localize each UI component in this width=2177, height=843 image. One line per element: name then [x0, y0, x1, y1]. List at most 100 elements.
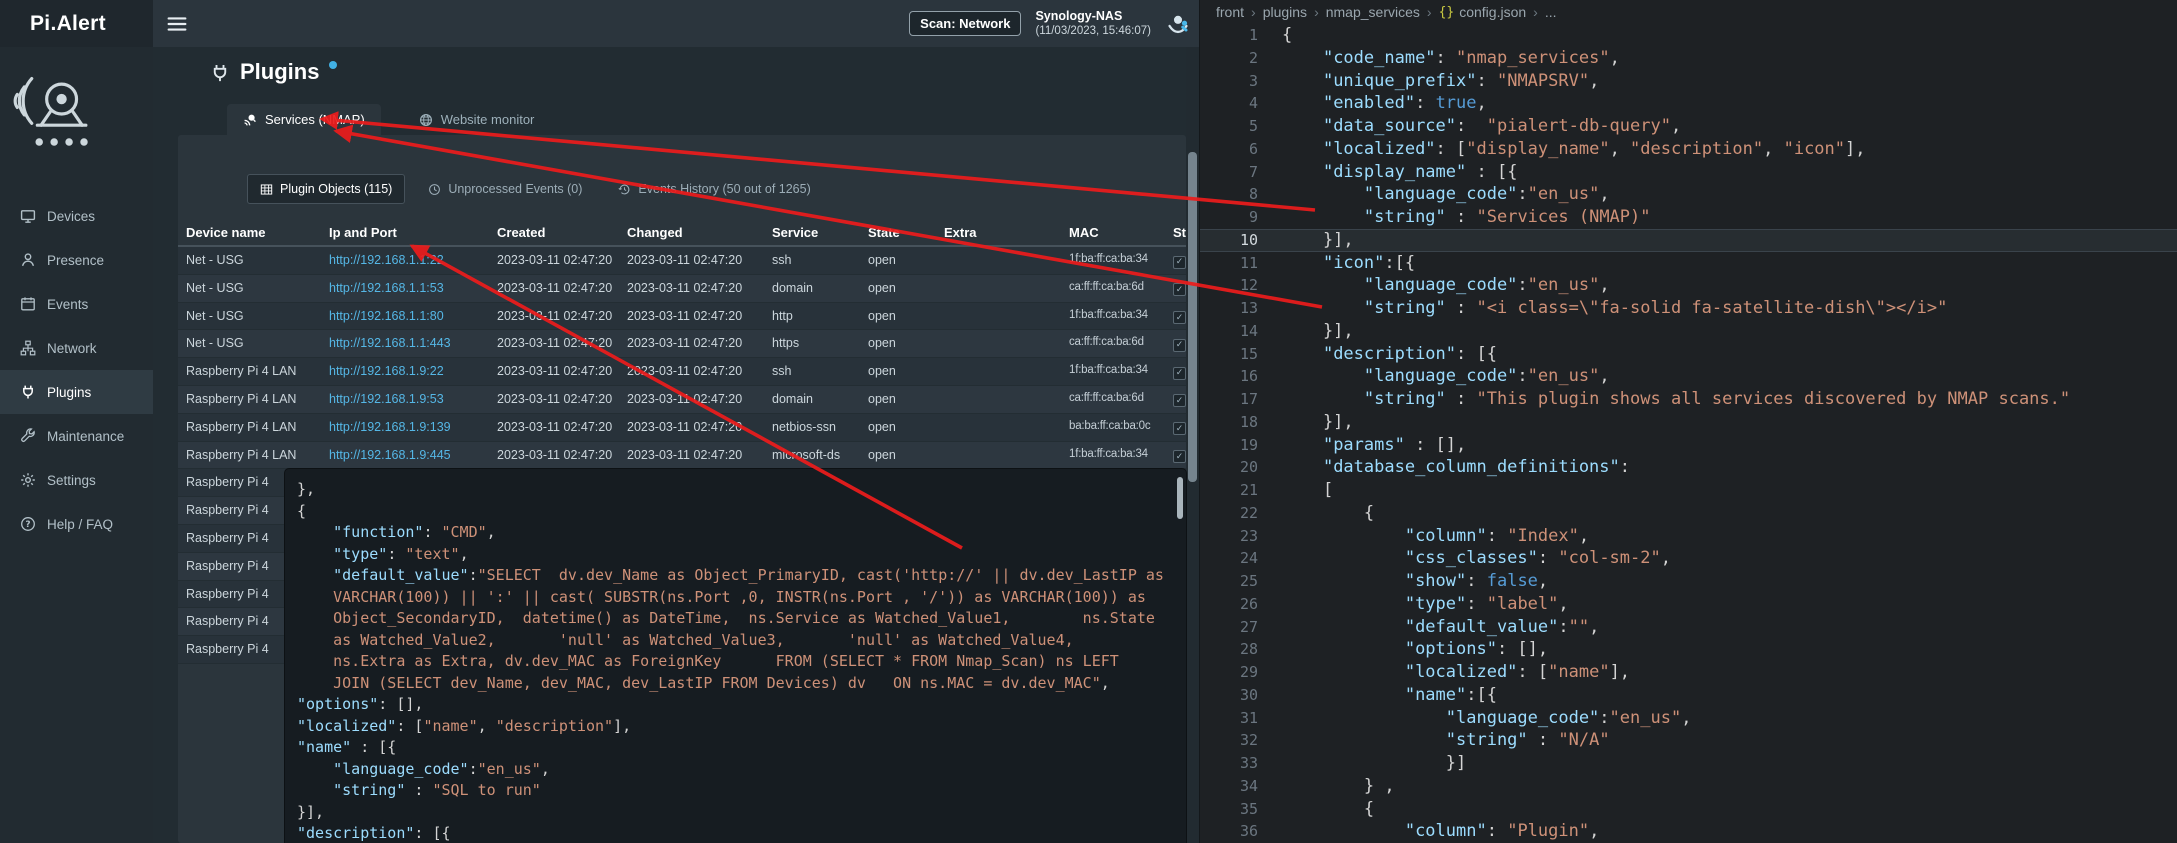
line-number: 9 — [1200, 206, 1258, 229]
code-line-text: }], — [1282, 229, 1354, 252]
plugins-icon — [20, 384, 36, 400]
status-checkbox[interactable]: ✓ — [1173, 450, 1186, 463]
subtab-unprocessed-events-0[interactable]: Unprocessed Events (0) — [415, 174, 595, 204]
sidebar-item-maintenance[interactable]: Maintenance — [0, 414, 153, 458]
tab-services-nmap[interactable]: Services (NMAP) — [227, 104, 381, 135]
line-number: 26 — [1200, 593, 1258, 616]
sidebar: DevicesPresenceEvents Network PluginsMaint… — [0, 47, 153, 843]
column-header-device-name[interactable]: Device name — [178, 219, 321, 245]
status-checkbox[interactable]: ✓ — [1173, 422, 1186, 435]
ip-port-link[interactable]: http://192.168.1.1:53 — [329, 281, 444, 295]
editor-line: 3 "unique_prefix": "NMAPSRV", — [1200, 70, 2177, 93]
ip-port-link[interactable]: http://192.168.1.1:443 — [329, 336, 451, 350]
editor-line: 31 "language_code":"en_us", — [1200, 707, 2177, 730]
tab-website-monitor[interactable]: Website monitor — [403, 104, 551, 135]
status-checkbox[interactable]: ✓ — [1173, 367, 1186, 380]
subtab-plugin-objects-115[interactable]: Plugin Objects (115) — [247, 174, 405, 204]
table-row: Raspberry Pi 4 LANhttp://192.168.1.9:445… — [178, 442, 1186, 470]
breadcrumb-item-nmap-services[interactable]: nmap_services — [1326, 4, 1420, 20]
breadcrumb-item-front[interactable]: front — [1216, 4, 1244, 20]
sidebar-item-events[interactable]: Events — [0, 282, 153, 326]
sidebar-item-label: Network — [47, 341, 97, 356]
screenshot-root: Pi.Alert Scan: Network Synology-NAS (11/… — [0, 0, 2177, 843]
sidebar-item-settings[interactable]: Settings — [0, 458, 153, 502]
ip-port-link[interactable]: http://192.168.1.9:53 — [329, 392, 444, 406]
editor-line: 13 "string" : "<i class=\"fa-solid fa-sa… — [1200, 297, 2177, 320]
code-line-text: "css_classes": "col-sm-2", — [1282, 547, 1671, 570]
code-line-text: }], — [1282, 320, 1354, 343]
code-line-text: "language_code":"en_us", — [1282, 707, 1691, 730]
sidebar-item-devices[interactable]: Devices — [0, 194, 153, 238]
status-checkbox[interactable]: ✓ — [1173, 394, 1186, 407]
sidebar-item-network[interactable]: Network — [0, 326, 153, 370]
subtab-label: Plugin Objects (115) — [280, 182, 392, 196]
breadcrumb-item-plugins[interactable]: plugins — [1263, 4, 1307, 20]
extra-cell — [936, 442, 1061, 469]
column-header-state[interactable]: State — [860, 219, 936, 245]
sidebar-item-plugins[interactable]: Plugins — [0, 370, 153, 414]
service-cell: https — [764, 330, 860, 357]
code-line-text: "string" : "SQL to run" — [297, 780, 1178, 802]
breadcrumb-item-[interactable]: ... — [1545, 4, 1557, 20]
created-cell: 2023-03-11 02:47:20 — [489, 275, 619, 302]
code-line-text: }], — [1282, 411, 1354, 434]
ip-port-link[interactable]: http://192.168.1.1:22 — [329, 253, 444, 267]
support-icon[interactable] — [1165, 11, 1191, 37]
table-row: Net - USGhttp://192.168.1.1:532023-03-11… — [178, 275, 1186, 303]
code-line-text: "function": "CMD", — [297, 522, 1178, 544]
state-cell: open — [860, 386, 936, 413]
column-header-extra[interactable]: Extra — [936, 219, 1061, 245]
overlay-code-line: "localized": ["name", "description"], — [297, 716, 1178, 738]
hamburger-icon[interactable] — [167, 15, 187, 33]
line-number: 33 — [1200, 752, 1258, 775]
ip-port-link[interactable]: http://192.168.1.9:139 — [329, 420, 451, 434]
code-line-text: "description": [{ — [1282, 343, 1497, 366]
sidebar-item-help-faq[interactable]: ?Help / FAQ — [0, 502, 153, 546]
app-scrollbar-thumb[interactable] — [1188, 152, 1197, 482]
overlay-code-line: "description": [{ — [297, 823, 1178, 843]
sidebar-item-presence[interactable]: Presence — [0, 238, 153, 282]
status-checkbox[interactable]: ✓ — [1173, 256, 1186, 269]
code-line-text: "default_value":"", — [1282, 616, 1599, 639]
overlay-code-line: Object_SecondaryID, datetime() as DateTi… — [297, 608, 1178, 630]
breadcrumb-item-config-json[interactable]: {}config.json — [1439, 4, 1527, 20]
editor-line: 27 "default_value":"", — [1200, 616, 2177, 639]
changed-cell: 2023-03-11 02:47:20 — [619, 414, 764, 441]
column-header-ip-and-port[interactable]: Ip and Port — [321, 219, 489, 245]
ip-port-link[interactable]: http://192.168.1.9:445 — [329, 448, 451, 462]
ip-port-link[interactable]: http://192.168.1.9:22 — [329, 364, 444, 378]
extra-cell — [936, 414, 1061, 441]
code-editor[interactable]: front›plugins›nmap_services›{}config.jso… — [1199, 0, 2177, 843]
ip-port-link[interactable]: http://192.168.1.1:80 — [329, 309, 444, 323]
editor-line: 1{ — [1200, 24, 2177, 47]
column-header-created[interactable]: Created — [489, 219, 619, 245]
app-logo-text: Pi.Alert — [30, 12, 106, 36]
line-number: 7 — [1200, 161, 1258, 184]
code-line-text: "unique_prefix": "NMAPSRV", — [1282, 70, 1599, 93]
status-checkbox[interactable]: ✓ — [1173, 283, 1186, 296]
device-name-cell: Raspberry Pi 4 LAN — [178, 414, 321, 441]
column-header-mac[interactable]: MAC — [1061, 219, 1165, 245]
overlay-scrollbar-thumb[interactable] — [1177, 477, 1183, 519]
code-line-text: "database_column_definitions": — [1282, 456, 1630, 479]
device-name-cell: Net - USG — [178, 330, 321, 357]
overlay-code-line: "string" : "SQL to run" — [297, 780, 1178, 802]
editor-line: 36 "column": "Plugin", — [1200, 820, 2177, 843]
line-number: 15 — [1200, 343, 1258, 366]
subtab-events-history-50-out-of-1265[interactable]: Events History (50 out of 1265) — [605, 174, 823, 204]
state-cell: open — [860, 442, 936, 469]
column-header-service[interactable]: Service — [764, 219, 860, 245]
app-logo[interactable]: Pi.Alert — [0, 0, 153, 47]
status-checkbox[interactable]: ✓ — [1173, 311, 1186, 324]
presence-icon — [20, 252, 36, 268]
code-line-text: "string" : "This plugin shows all servic… — [1282, 388, 2070, 411]
app-scrollbar[interactable] — [1186, 47, 1199, 843]
column-header-changed[interactable]: Changed — [619, 219, 764, 245]
line-number: 23 — [1200, 525, 1258, 548]
column-header-stat[interactable]: Stat — [1165, 219, 1186, 245]
satellite-dish-icon — [243, 113, 257, 127]
help-badge[interactable] — [329, 61, 337, 69]
line-number: 1 — [1200, 24, 1258, 47]
status-checkbox[interactable]: ✓ — [1173, 339, 1186, 352]
overlay-code-line: as Watched_Value2, 'null' as Watched_Val… — [297, 630, 1178, 652]
